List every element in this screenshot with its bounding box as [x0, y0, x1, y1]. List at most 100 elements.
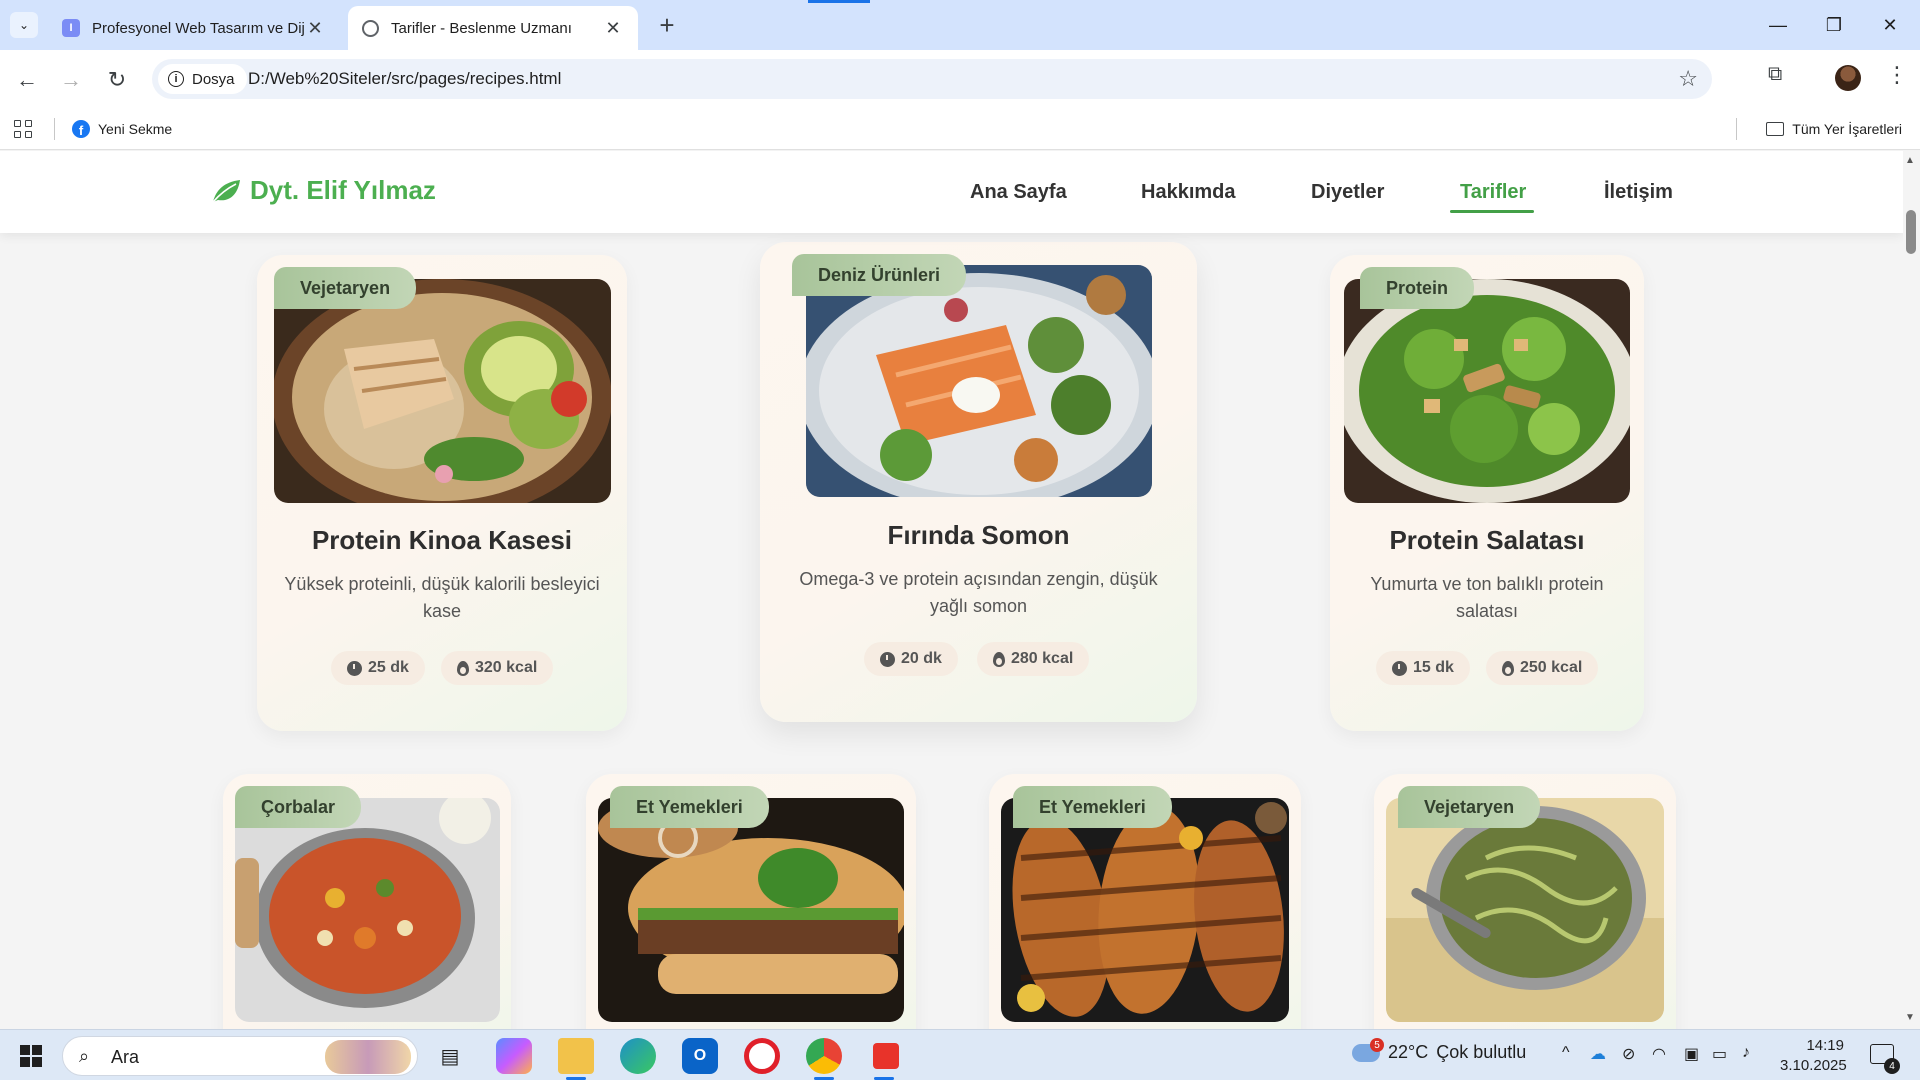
recipe-card[interactable]: Deniz Ürünleri Fırında Somon Omega-3 ve … — [760, 242, 1197, 722]
calories: 250 kcal — [1486, 651, 1599, 685]
clock-icon — [880, 651, 895, 667]
nav-link-ana-sayfa[interactable]: Ana Sayfa — [970, 181, 1067, 204]
all-bookmarks-button[interactable]: Tüm Yer İşaretleri — [1766, 116, 1902, 142]
calories: 320 kcal — [441, 651, 554, 685]
calories: 280 kcal — [977, 642, 1090, 676]
close-tab-icon[interactable]: ✕ — [602, 18, 624, 39]
recipe-description: Yüksek proteinli, düşük kalorili besleyi… — [284, 574, 600, 621]
prep-time-value: 15 dk — [1413, 659, 1454, 676]
taskbar-search[interactable]: ⌕ Ara — [62, 1036, 418, 1076]
recipe-card[interactable]: Et Yemekleri — [586, 774, 916, 1029]
prep-time-value: 20 dk — [901, 650, 942, 667]
calories-value: 280 kcal — [1011, 650, 1074, 667]
back-arrow-icon[interactable]: ← — [12, 65, 42, 95]
weather-desc: Çok bulutlu — [1436, 1042, 1527, 1062]
site-info-label: Dosya — [192, 70, 235, 88]
scrollbar-thumb[interactable] — [1906, 210, 1916, 254]
nav-link-diyetler[interactable]: Diyetler — [1311, 181, 1384, 204]
recipe-image-quinoa-bowl — [274, 279, 611, 503]
clock-date: 3.10.2025 — [1780, 1057, 1847, 1074]
tab-title: Profesyonel Web Tasarım ve Dijital — [92, 19, 304, 37]
globe-icon — [362, 19, 379, 37]
task-view-icon[interactable]: ▤ — [432, 1038, 468, 1074]
url-text[interactable]: D:/Web%20Siteler/src/pages/recipes.html — [248, 69, 561, 89]
reload-icon[interactable]: ↻ — [102, 65, 132, 95]
bookmark-star-icon[interactable]: ☆ — [1678, 66, 1698, 92]
menu-kebab-icon[interactable]: ⋮ — [1886, 62, 1908, 88]
network-status-icon[interactable]: ⊘ — [1622, 1044, 1635, 1064]
site-info-chip[interactable]: i Dosya — [158, 64, 247, 94]
file-explorer-icon[interactable] — [558, 1038, 594, 1074]
forward-arrow-icon[interactable]: → — [56, 65, 86, 95]
tab-web-design[interactable]: I Profesyonel Web Tasarım ve Dijital ✕ — [48, 6, 340, 50]
category-badge: Deniz Ürünleri — [792, 254, 967, 296]
page-scrollbar[interactable] — [1903, 151, 1920, 1029]
chrome-icon[interactable] — [806, 1038, 842, 1074]
recipe-image-protein-salad — [1344, 279, 1630, 503]
tab-search-button[interactable]: ⌄ — [10, 12, 38, 38]
active-nav-underline — [1450, 210, 1534, 213]
recipe-image-burger — [598, 798, 904, 1022]
recipe-image-grilled-chicken — [1001, 798, 1289, 1022]
battery-icon[interactable]: ▭ — [1712, 1044, 1727, 1064]
weather-badge: 5 — [1370, 1038, 1384, 1052]
recipe-image-baked-salmon — [806, 265, 1152, 497]
recipe-card[interactable]: Et Yemekleri — [989, 774, 1301, 1029]
browser-toolbar: ← → ↻ i Dosya D:/Web%20Siteler/src/pages… — [0, 50, 1920, 108]
nav-link-hakkimda[interactable]: Hakkımda — [1141, 181, 1236, 204]
clock-icon — [1392, 660, 1407, 676]
extensions-icon[interactable]: ⧉ — [1768, 63, 1782, 86]
apps-grid-icon[interactable] — [14, 120, 32, 138]
category-badge: Çorbalar — [235, 786, 362, 828]
facebook-icon: f — [72, 120, 90, 138]
edge-icon[interactable] — [620, 1038, 656, 1074]
opera-icon[interactable] — [744, 1038, 780, 1074]
close-window-button[interactable]: ✕ — [1860, 0, 1920, 50]
maximize-button[interactable]: ❐ — [1804, 0, 1864, 50]
recipe-card[interactable]: Çorbalar — [223, 774, 511, 1029]
prep-time: 20 dk — [864, 642, 958, 676]
bookmarks-divider — [1736, 118, 1737, 140]
folder-icon — [1766, 122, 1785, 136]
tab-recipes[interactable]: Tarifler - Beslenme Uzmanı ✕ — [348, 6, 638, 50]
close-tab-icon[interactable]: ✕ — [304, 18, 326, 39]
nav-link-iletisim[interactable]: İletişim — [1604, 181, 1673, 204]
display-icon[interactable]: ▣ — [1684, 1044, 1699, 1064]
copilot-icon[interactable] — [496, 1038, 532, 1074]
site-favicon-icon: I — [62, 19, 80, 37]
new-tab-button[interactable]: + — [652, 10, 682, 41]
bookmark-yeni-sekme[interactable]: f Yeni Sekme — [72, 116, 172, 142]
site-navbar: Dyt. Elif Yılmaz Ana Sayfa Hakkımda Diye… — [0, 151, 1903, 233]
scroll-up-arrow-icon[interactable]: ▲ — [1905, 155, 1915, 166]
start-button[interactable] — [20, 1045, 42, 1067]
tab-strip-accent — [808, 0, 870, 3]
site-logo[interactable]: Dyt. Elif Yılmaz — [210, 175, 436, 206]
leaf-icon — [212, 179, 240, 203]
recipe-title: Fırında Somon — [887, 520, 1070, 550]
recipe-card[interactable]: Vejetaryen Protein Kinoa Kasesi Yüksek p… — [257, 255, 627, 731]
category-badge: Vejetaryen — [274, 267, 417, 309]
calories-value: 320 kcal — [475, 659, 538, 676]
show-hidden-icons-chevron-icon[interactable]: ^ — [1562, 1044, 1570, 1062]
weather-temp: 22°C — [1388, 1042, 1429, 1062]
recipe-description: Yumurta ve ton balıklı protein salatası — [1370, 574, 1604, 621]
scroll-down-arrow-icon[interactable]: ▼ — [1905, 1012, 1915, 1023]
recipe-card[interactable]: Vejetaryen — [1374, 774, 1676, 1029]
wifi-icon[interactable]: ◠ — [1652, 1044, 1666, 1064]
recipe-card[interactable]: Protein Protein Salatası Yumurta ve ton … — [1330, 255, 1644, 731]
onedrive-icon[interactable]: ☁ — [1590, 1044, 1606, 1064]
fire-icon — [1502, 660, 1514, 676]
presentation-app-icon[interactable] — [873, 1043, 899, 1069]
volume-icon[interactable]: ♪ — [1742, 1044, 1750, 1062]
profile-avatar[interactable] — [1835, 65, 1861, 91]
nav-link-tarifler[interactable]: Tarifler — [1460, 181, 1526, 204]
info-icon: i — [168, 71, 184, 87]
fire-icon — [993, 651, 1005, 667]
outlook-icon[interactable]: O — [682, 1038, 718, 1074]
category-badge: Vejetaryen — [1398, 786, 1541, 828]
address-bar[interactable]: i Dosya D:/Web%20Siteler/src/pages/recip… — [152, 59, 1712, 99]
recipe-title: Protein Kinoa Kasesi — [311, 525, 573, 555]
bookmarks-divider — [54, 118, 55, 140]
taskbar-clock[interactable]: 14:19 3.10.2025 — [1780, 1036, 1847, 1076]
minimize-button[interactable]: — — [1748, 0, 1808, 50]
